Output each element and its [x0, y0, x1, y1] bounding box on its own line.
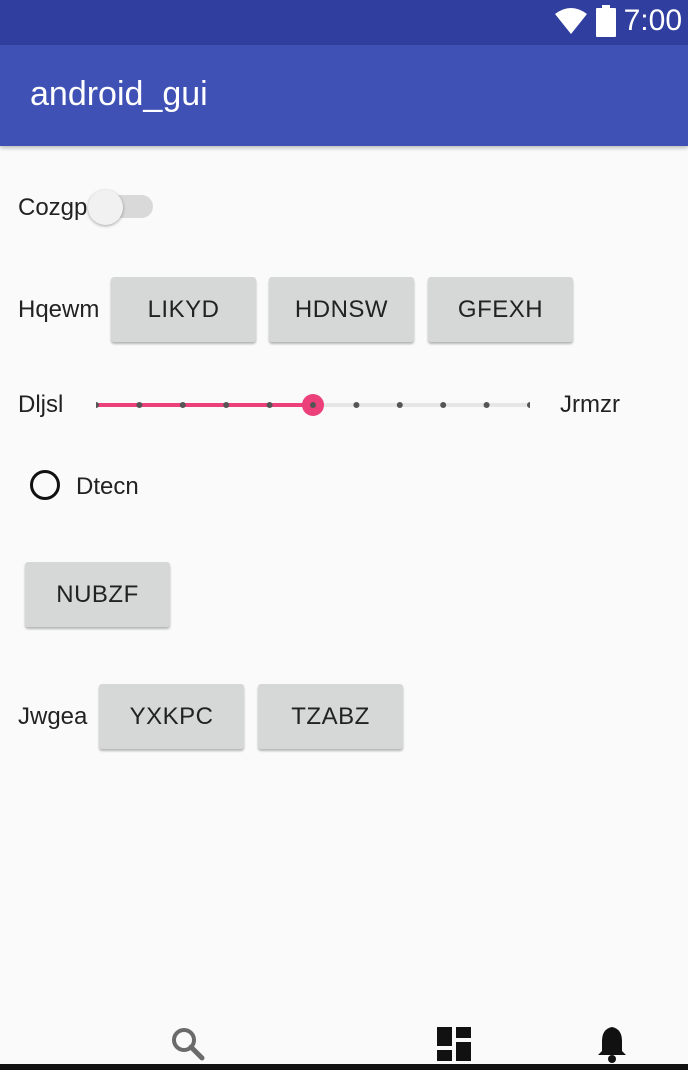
discrete-slider[interactable] — [96, 390, 530, 420]
dtecn-radio[interactable] — [30, 470, 60, 500]
tzabz-button[interactable]: TZABZ — [258, 684, 403, 749]
status-time: 7:00 — [623, 4, 682, 37]
likyd-button[interactable]: LIKYD — [111, 277, 256, 342]
gfexh-button[interactable]: GFEXH — [428, 277, 573, 342]
button-row-1-label: Hqewm — [18, 296, 100, 323]
app-bar: android_gui — [0, 45, 688, 146]
status-bar: 7:00 — [0, 0, 688, 45]
hdnsw-button[interactable]: HDNSW — [269, 277, 414, 342]
switch-thumb[interactable] — [88, 190, 123, 225]
dashboard-icon[interactable] — [437, 1027, 471, 1061]
radio-label: Dtecn — [76, 473, 139, 500]
switch-label: Cozgp — [18, 194, 88, 221]
slider-left-label: Dljsl — [18, 391, 64, 418]
slider-right-label: Jrmzr — [560, 391, 620, 418]
slider-thumb-tick — [310, 402, 316, 408]
wifi-icon — [554, 8, 587, 34]
nav-bottom-edge — [0, 1064, 688, 1070]
slider-tick — [396, 402, 403, 408]
battery-icon — [595, 5, 616, 37]
slider-tick — [266, 402, 273, 408]
slider-tick — [483, 402, 490, 408]
slider-tick — [136, 402, 143, 408]
button-row-2-label: Jwgea — [18, 703, 88, 730]
bottom-navigation — [0, 1005, 688, 1070]
yxkpc-button[interactable]: YXKPC — [99, 684, 244, 749]
slider-tick — [527, 402, 530, 408]
search-icon[interactable] — [171, 1027, 205, 1061]
slider-tick — [353, 402, 360, 408]
status-icons: 7:00 — [554, 4, 682, 38]
notifications-icon[interactable] — [596, 1025, 628, 1063]
slider-tick — [179, 402, 186, 408]
nubzf-button[interactable]: NUBZF — [25, 562, 170, 627]
slider-tick — [223, 402, 230, 408]
slider-tick — [440, 402, 447, 408]
app-title: android_gui — [30, 75, 208, 113]
slider-tick — [96, 402, 99, 408]
